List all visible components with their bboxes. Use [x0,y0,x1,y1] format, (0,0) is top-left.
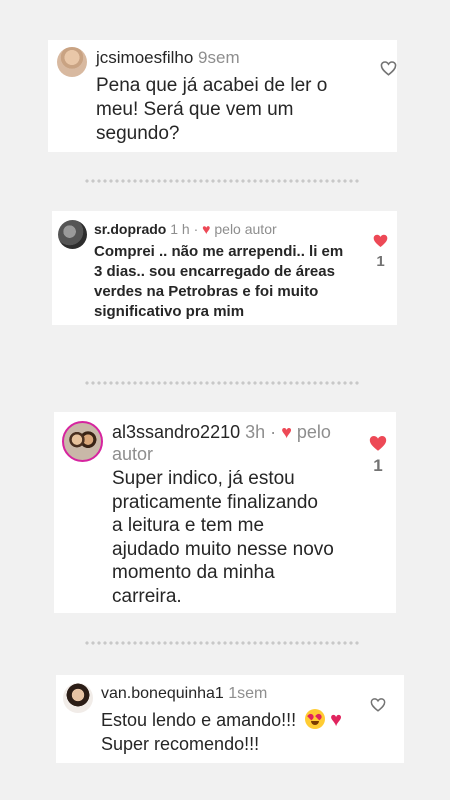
like-button[interactable] [380,60,397,76]
timestamp: 1 h [170,221,190,237]
author-heart-icon: ♥ [202,221,211,237]
comment-username-line: sr.doprado 1 h · ♥ pelo autor [94,221,277,237]
like-count: 1 [373,456,383,475]
author-liked-tag-cont: autor [112,444,154,464]
username[interactable]: jcsimoesfilho [96,48,193,67]
like-button[interactable]: 1 [368,434,388,476]
comment-text: Super indico, já estou praticamente fina… [112,468,334,607]
like-count: 1 [376,253,385,270]
avatar[interactable] [63,683,93,713]
like-button[interactable]: 1 [372,233,389,270]
timestamp: 1sem [228,685,268,702]
avatar[interactable] [62,421,103,462]
timestamp: 9sem [198,48,240,67]
comment-card-1: jcsimoesfilho 9sem Pena que já acabei de… [48,40,397,152]
like-button[interactable] [370,697,386,712]
username[interactable]: sr.doprado [94,221,166,237]
avatar[interactable] [58,220,87,249]
heart-outline-icon[interactable] [380,60,397,76]
heart-filled-icon[interactable] [372,233,389,248]
comment-username-line: van.bonequinha1 1sem [101,684,267,703]
heart-eyes-emoji [305,709,326,729]
avatar[interactable] [57,47,87,77]
comment-card-4: van.bonequinha1 1sem Estou lendo e amand… [56,675,404,763]
comment-text: Pena que já acabei de ler o meu! Será qu… [96,75,328,144]
timestamp: 3h [245,422,266,442]
username[interactable]: al3ssandro2210 [112,422,240,442]
comment-username-line: jcsimoesfilho 9sem [96,48,240,68]
divider [84,381,360,385]
username[interactable]: van.bonequinha1 [101,685,224,702]
heart-filled-icon[interactable] [368,434,388,452]
red-heart-emoji: ♥ [330,709,343,731]
heart-outline-icon[interactable] [370,697,386,712]
author-liked-tag: pelo [296,422,331,442]
author-heart-icon: ♥ [281,422,292,442]
divider [84,641,360,645]
author-liked-tag: pelo autor [214,221,277,237]
comment-username-line: al3ssandro2210 3h · ♥ pelo autor [112,422,331,464]
comment-text: Estou lendo e amando!!! ♥ Super recomend… [101,709,343,754]
comment-card-2: sr.doprado 1 h · ♥ pelo autor Comprei ..… [52,211,397,325]
divider [84,179,360,183]
comment-text: Comprei .. não me arrependi.. li em 3 di… [94,243,344,320]
comment-card-3: al3ssandro2210 3h · ♥ pelo autor Super i… [54,412,396,613]
